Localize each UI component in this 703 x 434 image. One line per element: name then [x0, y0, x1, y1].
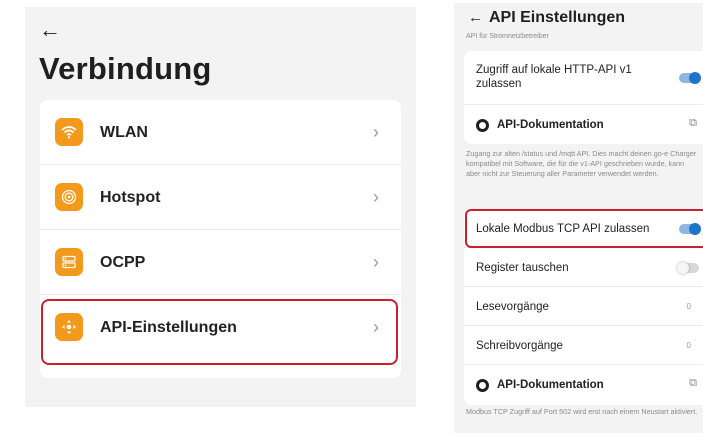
- back-arrow-icon[interactable]: ←: [39, 17, 61, 43]
- page-title: API Einstellungen: [489, 9, 626, 26]
- back-arrow-icon[interactable]: ←: [468, 9, 483, 26]
- read-count-label: Lesevorgänge: [476, 301, 549, 313]
- chevron-right-icon: ›: [373, 187, 379, 207]
- api-doc-label: API-Dokumentation: [497, 119, 604, 131]
- page-title: Verbindung: [39, 51, 212, 86]
- wifi-icon: [55, 118, 83, 146]
- read-count-row: Lesevorgänge 0: [464, 287, 703, 326]
- write-count-row: Schreibvorgänge 0: [464, 326, 703, 365]
- server-icon: [55, 248, 83, 276]
- write-count-label: Schreibvorgänge: [476, 340, 563, 352]
- api-settings-panel: ← API Einstellungen API für Stromnetzbetr…: [454, 3, 703, 433]
- external-link-icon: ⧉: [689, 377, 697, 389]
- chevron-right-icon: ›: [373, 122, 379, 142]
- menu-item-wlan[interactable]: WLAN ›: [40, 100, 401, 165]
- hotspot-icon: [55, 183, 83, 211]
- register-swap-label: Register tauschen: [476, 262, 569, 274]
- menu-item-hotspot[interactable]: Hotspot ›: [40, 165, 401, 230]
- http-api-toggle[interactable]: [679, 72, 701, 84]
- register-swap-row[interactable]: Register tauschen: [464, 248, 703, 287]
- section-caption: API für Stromnetzbetreiber: [466, 33, 549, 40]
- connection-panel: ← Verbindung WLAN › Hotspot › OCPP › API…: [25, 7, 416, 407]
- read-count-value: 0: [686, 302, 691, 311]
- menu-item-label: Hotspot: [100, 189, 161, 206]
- api-doc-label: API-Dokumentation: [497, 379, 604, 391]
- register-swap-toggle[interactable]: [677, 262, 699, 274]
- modbus-note: Modbus TCP Zugriff auf Port 502 wird ers…: [466, 407, 698, 416]
- menu-item-label: WLAN: [100, 124, 148, 141]
- highlight-frame: [41, 299, 398, 365]
- toggle-knob: [689, 72, 701, 84]
- api-doc-link-1[interactable]: API-Dokumentation ⧉: [464, 105, 703, 144]
- toggle-knob: [677, 262, 689, 274]
- http-api-note: Zugang zur alten /status und /mqtt API. …: [466, 149, 697, 178]
- chevron-right-icon: ›: [373, 252, 379, 272]
- http-api-row[interactable]: Zugriff auf lokale HTTP-API v1 zulassen: [464, 51, 703, 105]
- write-count-value: 0: [686, 341, 691, 350]
- header: ← API Einstellungen: [468, 9, 625, 27]
- api-doc-link-2[interactable]: API-Dokumentation ⧉: [464, 365, 703, 405]
- http-api-card: Zugriff auf lokale HTTP-API v1 zulassen …: [464, 51, 703, 144]
- github-icon: [476, 379, 489, 392]
- menu-item-label: OCPP: [100, 254, 146, 271]
- github-icon: [476, 119, 489, 132]
- highlight-frame: [465, 209, 703, 248]
- http-api-label: Zugriff auf lokale HTTP-API v1 zulassen: [476, 64, 632, 90]
- external-link-icon: ⧉: [689, 117, 697, 129]
- menu-item-ocpp[interactable]: OCPP ›: [40, 230, 401, 295]
